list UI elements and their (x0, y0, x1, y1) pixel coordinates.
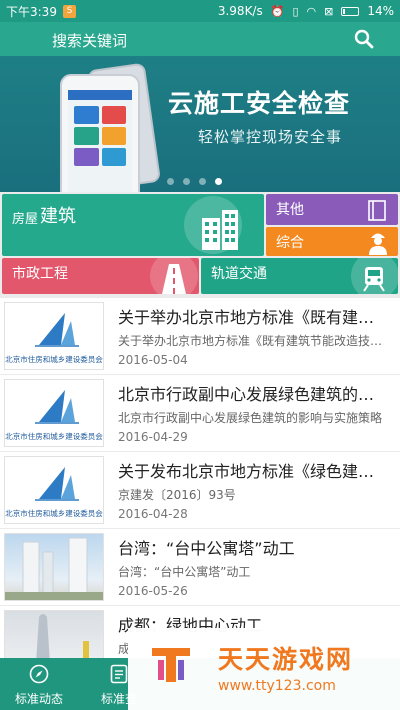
no-sim-icon: ⊠ (324, 4, 334, 18)
category-rail-label: 轨道交通 (211, 266, 267, 282)
search-icon[interactable] (354, 29, 374, 49)
vibrate-icon: ▯ (292, 4, 299, 18)
category-general-label: 综合 (276, 235, 304, 251)
promo-banner[interactable]: 云施工安全检查 轻松掌控现场安全事 (0, 56, 400, 192)
category-building-prefix: 房屋 (12, 212, 39, 227)
category-building-label: 建筑 (40, 206, 76, 227)
news-date: 2016-05-26 (118, 584, 188, 598)
news-item[interactable]: 北京市住房和城乡建设委员会 北京市行政副中心发展绿色建筑的影响与实施策略 北京市… (0, 375, 400, 451)
phone-illustration (60, 74, 140, 192)
category-municipal[interactable]: 市政工程 (2, 258, 199, 294)
compass-icon (29, 664, 49, 684)
site-watermark: 天天游戏网 www.tty123.com (128, 628, 400, 710)
banner-title: 云施工安全检查 (168, 89, 351, 118)
network-speed: 3.98K/s (217, 4, 263, 18)
watermark-url: www.tty123.com (218, 678, 336, 694)
commission-logo-icon (35, 313, 79, 347)
document-icon (368, 200, 386, 221)
news-title: 北京市行政副中心发展绿色建筑的影响与实施策略 (118, 385, 390, 404)
commission-logo-icon (35, 467, 79, 501)
category-building[interactable]: 房屋 建筑 (2, 194, 264, 256)
carousel-dot[interactable] (183, 178, 190, 185)
watermark-name: 天天游戏网 (218, 645, 354, 674)
commission-logo-icon (35, 390, 79, 424)
news-thumbnail (4, 533, 104, 601)
news-date: 2016-05-04 (118, 353, 188, 367)
category-rail[interactable]: 轨道交通 (201, 258, 398, 294)
news-title: 关于发布北京市地方标准《绿色建筑评价标准》 (118, 462, 390, 481)
carousel-dot[interactable] (167, 178, 174, 185)
search-input[interactable]: 搜索关键词 (52, 30, 127, 51)
watermark-logo-icon (152, 648, 190, 682)
category-other[interactable]: 其他 (266, 194, 398, 225)
status-bar: 下午3:39 S 3.98K/s ⏰ ▯ ◠ ⊠ 14% (0, 0, 400, 22)
category-general[interactable]: 综合 (266, 227, 398, 256)
thumbnail-caption: 北京市住房和城乡建设委员会 (5, 355, 103, 364)
status-time: 下午3:39 (6, 4, 57, 19)
document-icon (110, 664, 128, 684)
carousel-dot[interactable] (199, 178, 206, 185)
news-item[interactable]: 北京市住房和城乡建设委员会 关于举办北京市地方标准《既有建筑节能改造技术规程》 … (0, 298, 400, 374)
building-icon (202, 210, 238, 250)
carousel-dot-active[interactable] (215, 178, 222, 185)
news-item[interactable]: 台湾：“台中公寓塔”动工 台湾：“台中公寓塔”动工 2016-05-26 (0, 529, 400, 605)
battery-icon (341, 6, 360, 16)
news-title: 关于举办北京市地方标准《既有建筑节能改造技术规程》 (118, 308, 390, 327)
news-desc: 京建发〔2016〕93号 (118, 488, 236, 502)
news-thumbnail: 北京市住房和城乡建设委员会 (4, 456, 104, 524)
alarm-icon: ⏰ (270, 4, 285, 18)
news-desc: 台湾：“台中公寓塔”动工 (118, 565, 251, 579)
banner-subtitle: 轻松掌控现场安全事 (198, 128, 343, 146)
battery-percent: 14% (367, 4, 394, 18)
thumbnail-caption: 北京市住房和城乡建设委员会 (5, 509, 103, 518)
skyscraper-photo (5, 537, 103, 600)
category-municipal-label: 市政工程 (12, 266, 68, 282)
news-title: 台湾：“台中公寓塔”动工 (118, 539, 295, 558)
news-date: 2016-04-28 (118, 507, 188, 521)
train-icon (363, 267, 385, 292)
worker-icon (369, 233, 387, 255)
road-icon (162, 264, 186, 294)
notification-icon: S (62, 4, 76, 18)
tab-label: 标准动态 (14, 692, 63, 706)
news-date: 2016-04-29 (118, 430, 188, 444)
news-desc: 北京市行政副中心发展绿色建筑的影响与实施策略 (118, 411, 383, 425)
news-item[interactable]: 北京市住房和城乡建设委员会 关于发布北京市地方标准《绿色建筑评价标准》 京建发〔… (0, 452, 400, 528)
tab-standard-news[interactable]: 标准动态 (0, 658, 78, 710)
news-desc: 关于举办北京市地方标准《既有建筑节能改造技术规程》 (118, 334, 390, 348)
wifi-icon: ◠ (306, 4, 317, 18)
app-header: 搜索关键词 (0, 22, 400, 56)
carousel-indicator[interactable] (167, 178, 222, 185)
thumbnail-caption: 北京市住房和城乡建设委员会 (5, 432, 103, 441)
news-thumbnail: 北京市住房和城乡建设委员会 (4, 302, 104, 370)
news-thumbnail: 北京市住房和城乡建设委员会 (4, 379, 104, 447)
category-other-label: 其他 (276, 202, 304, 218)
